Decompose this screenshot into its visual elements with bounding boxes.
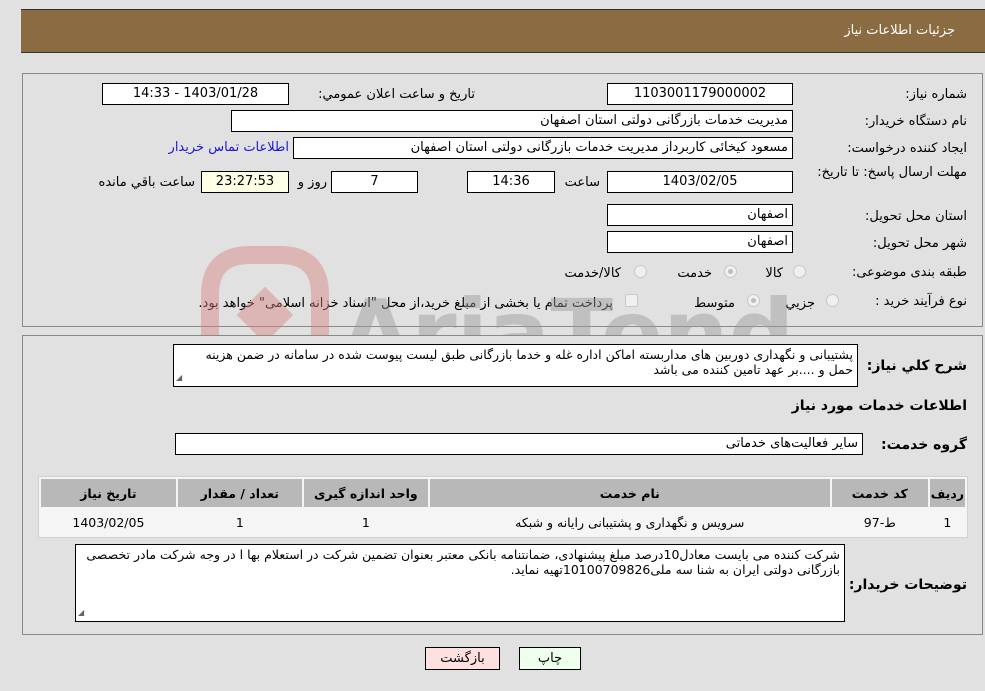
cell-unit: 1 (303, 509, 428, 535)
buyer-notes-label: توضیحات خریدار: (848, 577, 967, 593)
purchase-option-minor: جزيي (785, 296, 815, 311)
service-group-label: گروه خدمت: (881, 437, 967, 453)
description-text: پشتیبانی و نگهداری دوربین های مداربسته ا… (205, 347, 853, 377)
cell-quantity: 1 (177, 509, 302, 535)
col-service-code: کد خدمت (831, 479, 928, 507)
cell-row-number: 1 (929, 509, 965, 535)
cell-service-name: سرویس و نگهداری و پشتیبانی رایانه و شبکه (429, 509, 830, 535)
days-label: روز و (297, 175, 327, 190)
need-number-label: شماره نیاز: (905, 87, 967, 102)
purchase-radio-medium[interactable] (747, 294, 760, 307)
col-need-date: تاریخ نیاز (41, 479, 176, 507)
purchase-radio-minor[interactable] (826, 294, 839, 307)
category-option-service: خدمت (677, 266, 712, 281)
cell-service-code: ط-97 (831, 509, 928, 535)
cell-need-date: 1403/02/05 (41, 509, 176, 535)
page-title: جزئیات اطلاعات نیاز (844, 23, 955, 38)
category-label: طبقه بندی موضوعی: (851, 265, 967, 280)
service-group-field: سایر فعالیت‌های خدماتی (175, 433, 863, 455)
back-button[interactable]: بازگشت (425, 647, 500, 670)
col-quantity: تعداد / مقدار (177, 479, 302, 507)
province-field: اصفهان (607, 204, 793, 226)
category-radio-goods-service[interactable] (634, 265, 647, 278)
category-option-goods-service: کالا/خدمت (564, 266, 621, 281)
buyer-notes-text: شرکت کننده می بایست معادل10درصد مبلغ پیش… (86, 547, 840, 577)
print-button[interactable]: چاپ (519, 647, 581, 670)
creator-label: ایجاد کننده درخواست: (847, 141, 967, 156)
page-header: جزئیات اطلاعات نیاز (21, 9, 985, 53)
category-radio-goods[interactable] (793, 265, 806, 278)
city-field: اصفهان (607, 231, 793, 253)
resize-grip-icon[interactable]: ◢ (176, 370, 182, 385)
resize-grip-icon[interactable]: ◢ (78, 605, 84, 620)
purchase-option-medium: متوسط (694, 296, 735, 311)
deadline-label: مهلت ارسال پاسخ: تا تاریخ: (817, 165, 967, 180)
services-heading: اطلاعات خدمات مورد نیاز (791, 398, 967, 414)
buyer-org-field: مدیریت خدمات بازرگانی دولتی استان اصفهان (231, 110, 793, 132)
city-label: شهر محل تحویل: (872, 236, 967, 251)
days-field: 7 (331, 171, 418, 193)
table-row: 1 ط-97 سرویس و نگهداری و پشتیبانی رایانه… (41, 509, 965, 535)
province-label: استان محل تحویل: (865, 209, 967, 224)
remaining-label: ساعت باقي مانده (98, 175, 195, 190)
description-label: شرح کلي نیاز: (866, 358, 967, 374)
description-textarea[interactable]: پشتیبانی و نگهداری دوربین های مداربسته ا… (173, 344, 858, 387)
announce-label: تاریخ و ساعت اعلان عمومي: (318, 87, 475, 102)
deadline-time-field: 14:36 (467, 171, 555, 193)
buyer-notes-textarea[interactable]: شرکت کننده می بایست معادل10درصد مبلغ پیش… (75, 544, 845, 622)
services-table: ردیف کد خدمت نام خدمت واحد اندازه گیری ت… (38, 476, 968, 538)
table-header-row: ردیف کد خدمت نام خدمت واحد اندازه گیری ت… (41, 479, 965, 507)
creator-field: مسعود کیخائی کاربرداز مدیریت خدمات بازرگ… (293, 137, 793, 159)
treasury-note: پرداخت تمام یا بخشی از مبلغ خرید،از محل … (198, 296, 613, 311)
remaining-time-field: 23:27:53 (201, 171, 289, 193)
col-row-number: ردیف (929, 479, 965, 507)
buyer-contact-link[interactable]: اطلاعات تماس خریدار (169, 140, 289, 155)
need-number-field: 1103001179000002 (607, 83, 793, 105)
col-unit: واحد اندازه گیری (303, 479, 428, 507)
category-radio-service[interactable] (724, 265, 737, 278)
purchase-type-label: نوع فرآیند خرید : (875, 294, 967, 309)
buyer-org-label: نام دستگاه خریدار: (864, 114, 967, 129)
announce-field: 1403/01/28 - 14:33 (102, 83, 289, 105)
deadline-time-label: ساعت (564, 175, 600, 190)
col-service-name: نام خدمت (429, 479, 830, 507)
treasury-checkbox[interactable] (625, 294, 638, 307)
deadline-date-field: 1403/02/05 (607, 171, 793, 193)
category-option-goods: کالا (765, 266, 783, 281)
